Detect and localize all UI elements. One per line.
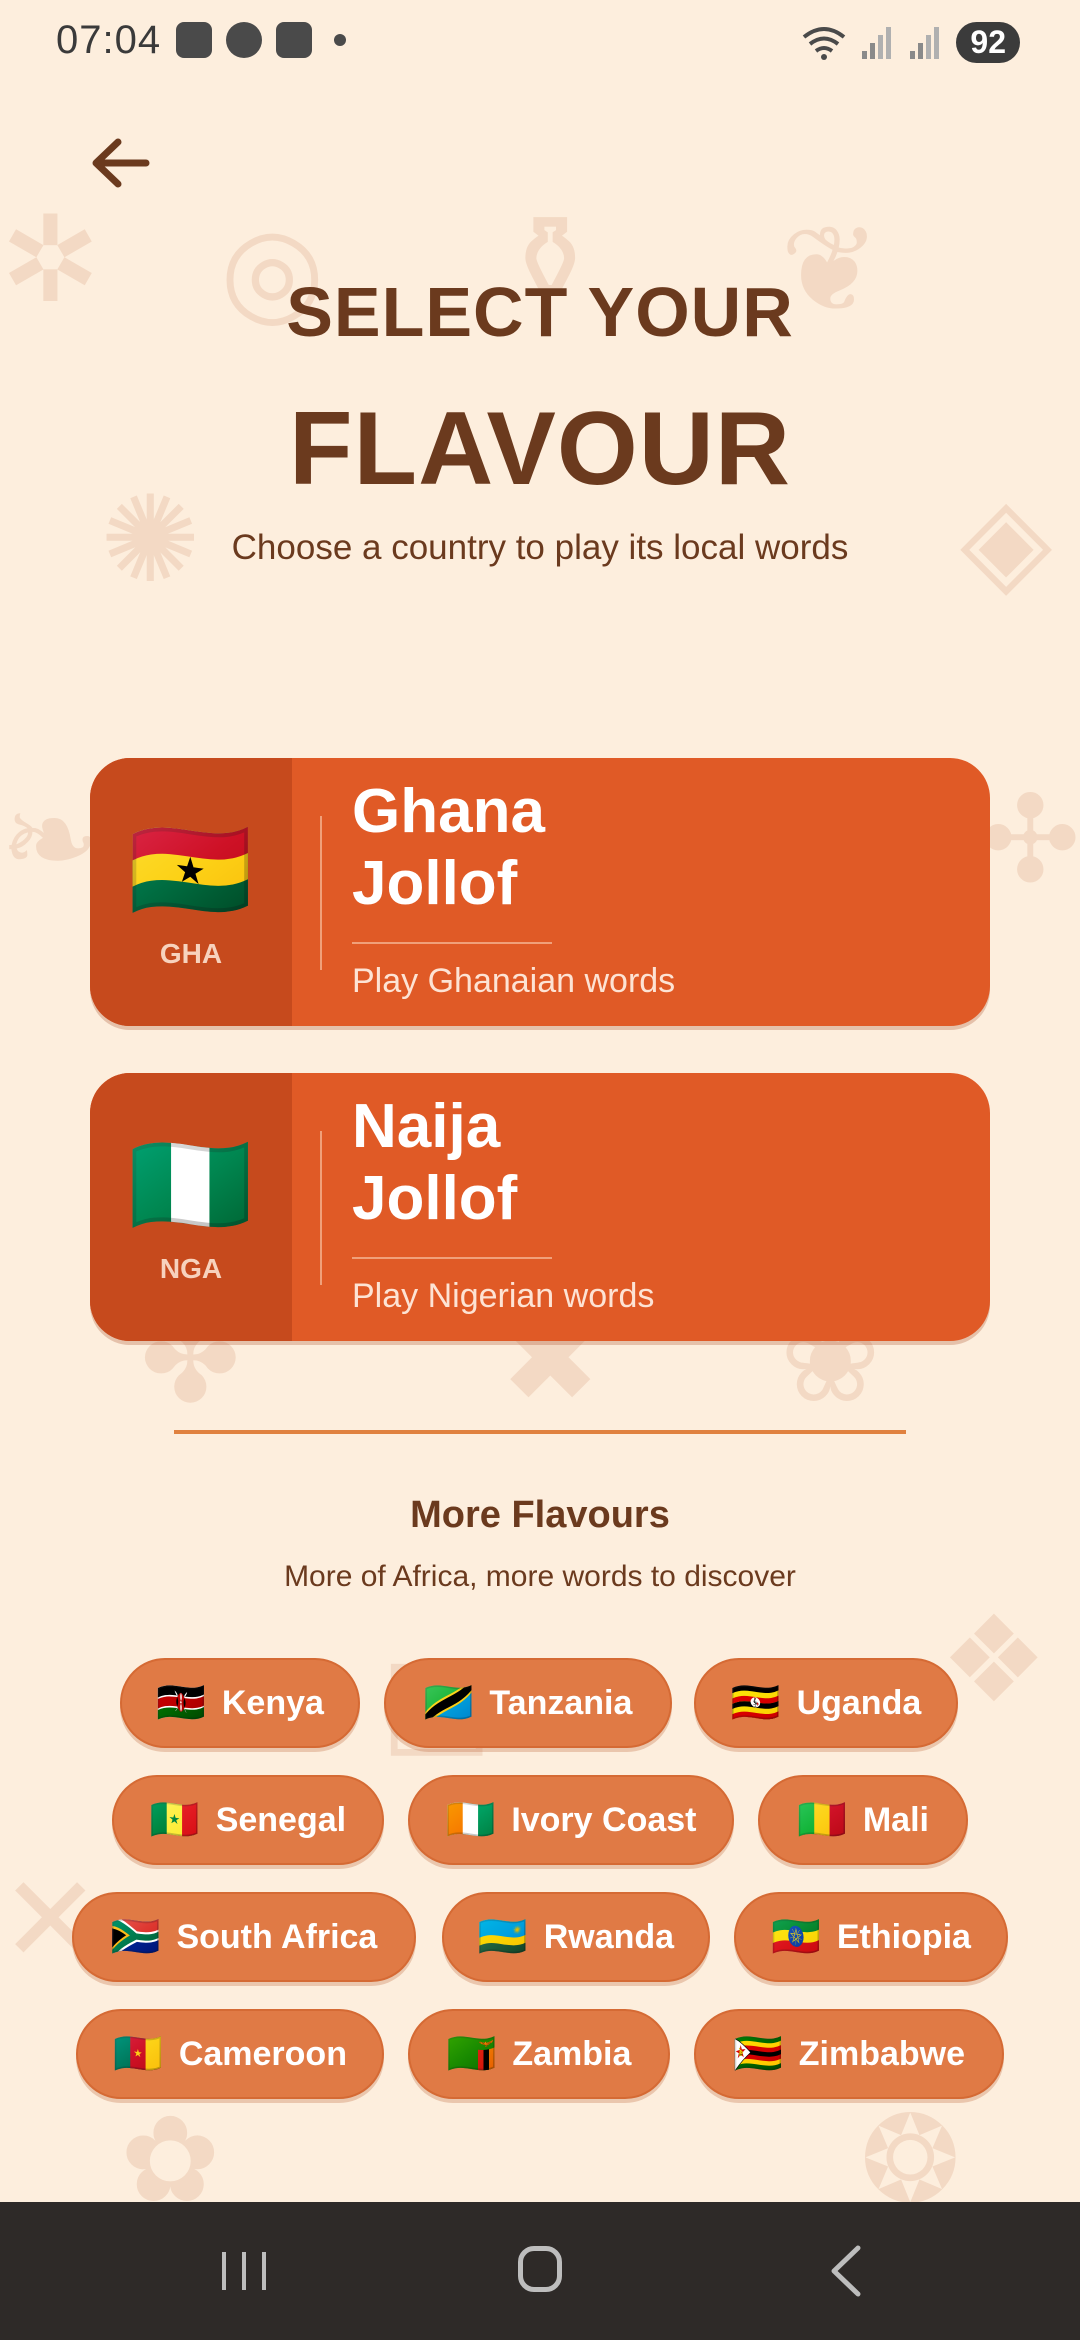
section-divider — [174, 1430, 906, 1434]
chip-label: Zambia — [512, 2034, 632, 2073]
status-indicators: 92 — [802, 22, 1020, 63]
country-code: NGA — [159, 1253, 223, 1284]
country-chip-senegal[interactable]: 🇸🇳 Senegal — [112, 1775, 384, 1865]
youtube-icon — [276, 22, 312, 58]
home-icon[interactable] — [518, 2246, 562, 2292]
south-africa-flag-icon: 🇿🇦 — [110, 1915, 161, 1959]
zambia-flag-icon: 🇿🇲 — [446, 2032, 497, 2076]
card-title-line2: Jollof — [352, 849, 518, 918]
chip-label: Mali — [862, 1800, 929, 1839]
tanzania-flag-icon: 🇹🇿 — [423, 1681, 474, 1725]
card-title: Naija Jollof — [352, 1091, 517, 1235]
chip-label: Rwanda — [543, 1917, 675, 1956]
country-chip-ivory-coast[interactable]: 🇨🇮 Ivory Coast — [408, 1775, 734, 1865]
system-back-icon[interactable] — [826, 2244, 866, 2298]
nigeria-flag-icon: 🇳🇬 — [128, 1129, 253, 1241]
country-chip-uganda[interactable]: 🇺🇬 Uganda — [694, 1658, 958, 1748]
status-bar: 07:04 92 — [0, 0, 1080, 88]
country-card-ghana[interactable]: 🇬🇭 GHA Ghana Jollof Play Ghanaian words — [90, 758, 990, 1026]
screenshot-icon — [176, 22, 212, 58]
more-flavours-title: More Flavours — [410, 1494, 670, 1536]
page-title-line2: FLAVOUR — [289, 391, 791, 507]
back-arrow-icon[interactable] — [86, 128, 156, 198]
card-divider — [320, 1131, 322, 1285]
country-chip-zambia[interactable]: 🇿🇲 Zambia — [408, 2009, 670, 2099]
ivory-coast-flag-icon: 🇨🇮 — [445, 1798, 496, 1842]
more-notifications-dot-icon — [334, 34, 346, 46]
card-subtitle: Play Nigerian words — [352, 1277, 655, 1315]
system-navigation-bar — [0, 2202, 1080, 2340]
country-chip-rwanda[interactable]: 🇷🇼 Rwanda — [442, 1892, 710, 1982]
chip-label: Senegal — [215, 1800, 347, 1839]
chip-label: Kenya — [221, 1683, 324, 1722]
recent-apps-icon[interactable] — [218, 2250, 270, 2292]
page-subtitle: Choose a country to play its local words — [231, 528, 849, 567]
card-title-line1: Ghana — [352, 777, 545, 846]
screen: ✲ ◎ ⚱ ❦ ✺ ◈ ❧ ✣ ✤ ✖ ❀ ❖ ✕ ▣ ✿ ❂ 07:04 — [0, 0, 1080, 2340]
chip-label: Zimbabwe — [798, 2034, 966, 2073]
ethiopia-flag-icon: 🇪🇹 — [771, 1915, 821, 1959]
card-underline — [352, 1257, 552, 1259]
card-title-line1: Naija — [352, 1092, 501, 1161]
card-subtitle: Play Ghanaian words — [352, 962, 676, 1000]
country-chip-kenya[interactable]: 🇰🇪 Kenya — [120, 1658, 360, 1748]
cameroon-flag-icon: 🇨🇲 — [113, 2032, 163, 2076]
chip-label: Tanzania — [489, 1683, 633, 1722]
country-chip-mali[interactable]: 🇲🇱 Mali — [758, 1775, 968, 1865]
signal-icon — [862, 26, 892, 59]
background-symbol-icon: ❧ — [0, 773, 101, 907]
country-chip-south-africa[interactable]: 🇿🇦 South Africa — [72, 1892, 416, 1982]
chip-label: Uganda — [796, 1683, 922, 1722]
country-chip-cameroon[interactable]: 🇨🇲 Cameroon — [76, 2009, 384, 2099]
wifi-icon — [803, 26, 846, 60]
card-title-line2: Jollof — [352, 1164, 518, 1233]
mali-flag-icon: 🇲🇱 — [797, 1798, 847, 1842]
uganda-flag-icon: 🇺🇬 — [730, 1681, 781, 1725]
kenya-flag-icon: 🇰🇪 — [156, 1681, 206, 1725]
senegal-flag-icon: 🇸🇳 — [149, 1798, 200, 1842]
signal-icon — [910, 26, 940, 59]
card-underline — [352, 942, 552, 944]
chip-label: Ethiopia — [836, 1917, 971, 1956]
zimbabwe-flag-icon: 🇿🇼 — [732, 2032, 783, 2076]
chip-label: Ivory Coast — [511, 1800, 697, 1839]
page-title-line1: SELECT YOUR — [286, 273, 794, 351]
country-chip-tanzania[interactable]: 🇹🇿 Tanzania — [384, 1658, 672, 1748]
country-code: GHA — [159, 938, 223, 969]
chip-label: Cameroon — [178, 2034, 347, 2073]
background-symbol-icon: ✣ — [980, 773, 1080, 907]
more-flavours-subtitle: More of Africa, more words to discover — [284, 1560, 796, 1593]
card-divider — [320, 816, 322, 970]
country-card-nigeria[interactable]: 🇳🇬 NGA Naija Jollof Play Nigerian words — [90, 1073, 990, 1341]
country-chip-zimbabwe[interactable]: 🇿🇼 Zimbabwe — [694, 2009, 1004, 2099]
battery-indicator: 92 — [956, 22, 1020, 63]
card-flag-panel: 🇬🇭 GHA — [90, 758, 292, 1026]
rwanda-flag-icon: 🇷🇼 — [477, 1915, 528, 1959]
whatsapp-icon — [226, 22, 262, 58]
chip-label: South Africa — [176, 1917, 378, 1956]
card-title: Ghana Jollof — [352, 776, 545, 920]
country-chip-ethiopia[interactable]: 🇪🇹 Ethiopia — [734, 1892, 1008, 1982]
status-time: 07:04 — [56, 18, 162, 62]
card-flag-panel: 🇳🇬 NGA — [90, 1073, 292, 1341]
ghana-flag-icon: 🇬🇭 — [128, 814, 253, 926]
notification-icons — [176, 22, 346, 58]
